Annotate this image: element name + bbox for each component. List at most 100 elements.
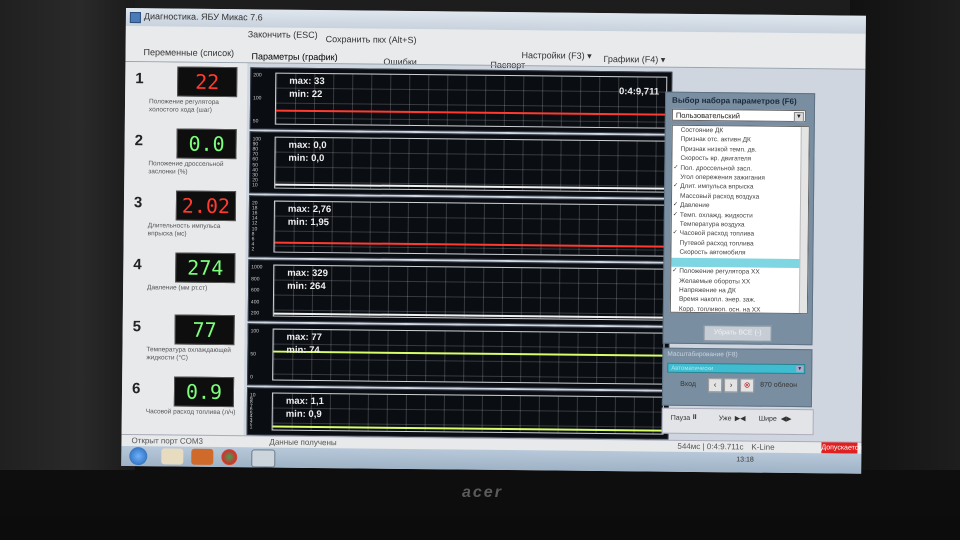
- chart-grid: [273, 200, 666, 257]
- chart-max: max: 33: [289, 75, 325, 88]
- chart-minmax: max: 1,1 min: 0,9: [286, 395, 324, 421]
- parameter-chart[interactable]: 200 100 50 max: 33 min: 22 0:4:9,711: [249, 67, 673, 134]
- chart-minmax: max: 0,0 min: 0,0: [288, 139, 326, 165]
- save-pcx-button[interactable]: Сохранить пкх (Alt+S): [326, 34, 417, 45]
- tab-variables-list[interactable]: Переменные (список): [143, 47, 234, 58]
- prev-icon[interactable]: ‹: [708, 378, 723, 393]
- media-taskbar-icon[interactable]: [191, 448, 214, 465]
- bezel-right: [850, 0, 960, 470]
- parameter-chart[interactable]: 1000 800 600 400 200 max: 329 min: 264: [247, 259, 671, 326]
- gauge-label: Температура охлаждающей жидкости (°С): [146, 346, 231, 362]
- gauge-number: 4: [133, 256, 142, 274]
- explorer-taskbar-icon[interactable]: [161, 448, 184, 465]
- chart-max: max: 77: [286, 331, 323, 344]
- playback-controls: Пауза II Уже ▶◀ Шире ◀▶: [661, 407, 814, 436]
- nav-label: Вход: [680, 380, 696, 388]
- chart-min: min: 264: [287, 280, 326, 293]
- chevron-down-icon[interactable]: ▼: [796, 366, 804, 373]
- window-title: Диагностика. ЯБУ Микас 7.6: [143, 11, 263, 23]
- gauge-value-display: 0.0: [176, 128, 237, 160]
- clock: 13:18: [736, 456, 754, 464]
- gauge-number: 6: [131, 380, 141, 398]
- param-list-item[interactable]: Корр. топливоп. осн. на ХХ: [671, 304, 807, 314]
- gauge-number: 1: [135, 70, 144, 88]
- param-list-scrollbar[interactable]: [798, 127, 809, 314]
- gauge-number: 2: [134, 132, 144, 150]
- y-tick-label: 2: [251, 246, 255, 253]
- y-tick-label: 800: [251, 275, 260, 282]
- pause-button[interactable]: Пауза: [671, 415, 691, 422]
- narrow-button[interactable]: Уже: [719, 415, 732, 422]
- chart-min: min: 1,95: [287, 216, 330, 229]
- param-set-value: Пользовательский: [675, 110, 741, 121]
- y-tick-label: 200: [253, 72, 262, 79]
- gauge-label: Положение дроссельной заслонки (%): [148, 160, 224, 176]
- start-button-icon[interactable]: [129, 447, 148, 466]
- y-axis: 20 18 16 14 12 10 8 6 4 2: [251, 200, 272, 252]
- gauge-value-display: 2.02: [175, 190, 237, 222]
- finish-button[interactable]: Закончить (ESC): [248, 29, 318, 40]
- settings-menu[interactable]: Настройки (F3) ▾: [521, 50, 591, 62]
- clear-all-button[interactable]: Убрать ВСЕ (-): [703, 325, 772, 342]
- y-tick-label: 10: [252, 182, 258, 189]
- graphs-menu[interactable]: Графики (F4) ▾: [603, 54, 665, 66]
- parameter-chart[interactable]: 100 90 80 70 60 50 40 30 20 10 max: 0,0 min: 0,0: [249, 131, 672, 198]
- y-axis: 100 50 0: [250, 328, 271, 380]
- y-tick-label: 100: [250, 328, 259, 335]
- gauge-label: Давление (мм рт.ст): [147, 284, 208, 292]
- chrome-taskbar-icon[interactable]: [221, 449, 238, 466]
- y-axis: 10 9 8 7 6 5 4 3 2 1: [250, 392, 270, 430]
- parameter-chart[interactable]: 20 18 16 14 12 10 8 6 4 2 max: 2,76 min: 1,95: [248, 195, 672, 262]
- tab-errors[interactable]: Ошибки: [383, 57, 416, 67]
- param-set-group: Выбор набора параметров (F6) Пользовател…: [662, 91, 816, 346]
- gauge-value-display: 274: [175, 252, 236, 284]
- y-tick-label: 600: [251, 287, 260, 294]
- wider-button[interactable]: Шире: [759, 416, 777, 423]
- scaling-title: Масштабирование (F8): [667, 350, 738, 359]
- stop-icon[interactable]: ⊗: [740, 378, 755, 393]
- chart-grid: [272, 328, 665, 385]
- chart-min: min: 0,9: [285, 408, 322, 421]
- laptop-brand-logo: acer: [462, 484, 503, 501]
- gauge-number: 3: [133, 194, 143, 212]
- chart-minmax: max: 2,76 min: 1,95: [288, 203, 332, 229]
- gauge-label: Часовой расход топлива (л/ч): [145, 408, 236, 417]
- elapsed-time: 544мс | 0:4:9.711с: [677, 441, 744, 452]
- gauge-value-display: 0.9: [173, 376, 235, 408]
- gauge-value-display: 22: [177, 66, 238, 98]
- gauge-number: 5: [132, 318, 142, 336]
- gauge-value-display: 77: [174, 314, 235, 346]
- y-tick-label: 1: [249, 424, 253, 431]
- screen: Диагностика. ЯБУ Микас 7.6 Закончить (ES…: [121, 8, 866, 474]
- tab-params-graph[interactable]: Параметры (график): [251, 51, 337, 62]
- port-status: Открыт порт COM3: [131, 436, 204, 446]
- next-icon[interactable]: ›: [724, 378, 739, 393]
- y-tick-label: 50: [250, 351, 256, 358]
- wider-icon[interactable]: ◀▶: [781, 415, 792, 423]
- chart-max: max: 2,76: [287, 203, 332, 216]
- scaling-select[interactable]: Автоматически ▼: [667, 362, 806, 375]
- pause-icon[interactable]: II: [693, 414, 697, 421]
- chevron-down-icon[interactable]: ▼: [793, 112, 804, 123]
- diagnostics-taskbar-icon[interactable]: [251, 449, 276, 468]
- narrow-icon[interactable]: ▶◀: [735, 414, 746, 422]
- y-tick-label: 50: [252, 118, 259, 125]
- gauge-label: Положение регулятора холостого хода (шаг…: [148, 98, 219, 114]
- param-list[interactable]: Состояние ДК Признак отс. активн ДК Призна…: [669, 124, 810, 315]
- y-tick-label: 100: [253, 95, 262, 102]
- chart-minmax: max: 77 min: 74: [286, 331, 322, 357]
- gauge-label: Длительность импульса впрыска (мс): [147, 222, 221, 238]
- parameter-chart[interactable]: 10 9 8 7 6 5 4 3 2 1 max: 1,1 min: 0,9: [246, 387, 670, 440]
- count-label: 870 облеон: [760, 381, 798, 390]
- param-set-select[interactable]: Пользовательский ▼: [671, 108, 806, 123]
- protocol-label: K-Line: [751, 442, 775, 452]
- chart-max: max: 1,1: [285, 395, 324, 408]
- scaling-value: Автоматически: [671, 365, 714, 373]
- chart-min: min: 22: [289, 88, 323, 101]
- y-axis: 100 90 80 70 60 50 40 30 20 10: [252, 136, 273, 188]
- chart-minmax: max: 33 min: 22: [289, 75, 325, 101]
- y-tick-label: 1000: [251, 264, 263, 271]
- parameter-chart[interactable]: 100 50 0 max: 77 min: 74: [247, 323, 670, 390]
- chart-min: min: 74: [286, 344, 320, 357]
- bezel-left: [0, 0, 135, 470]
